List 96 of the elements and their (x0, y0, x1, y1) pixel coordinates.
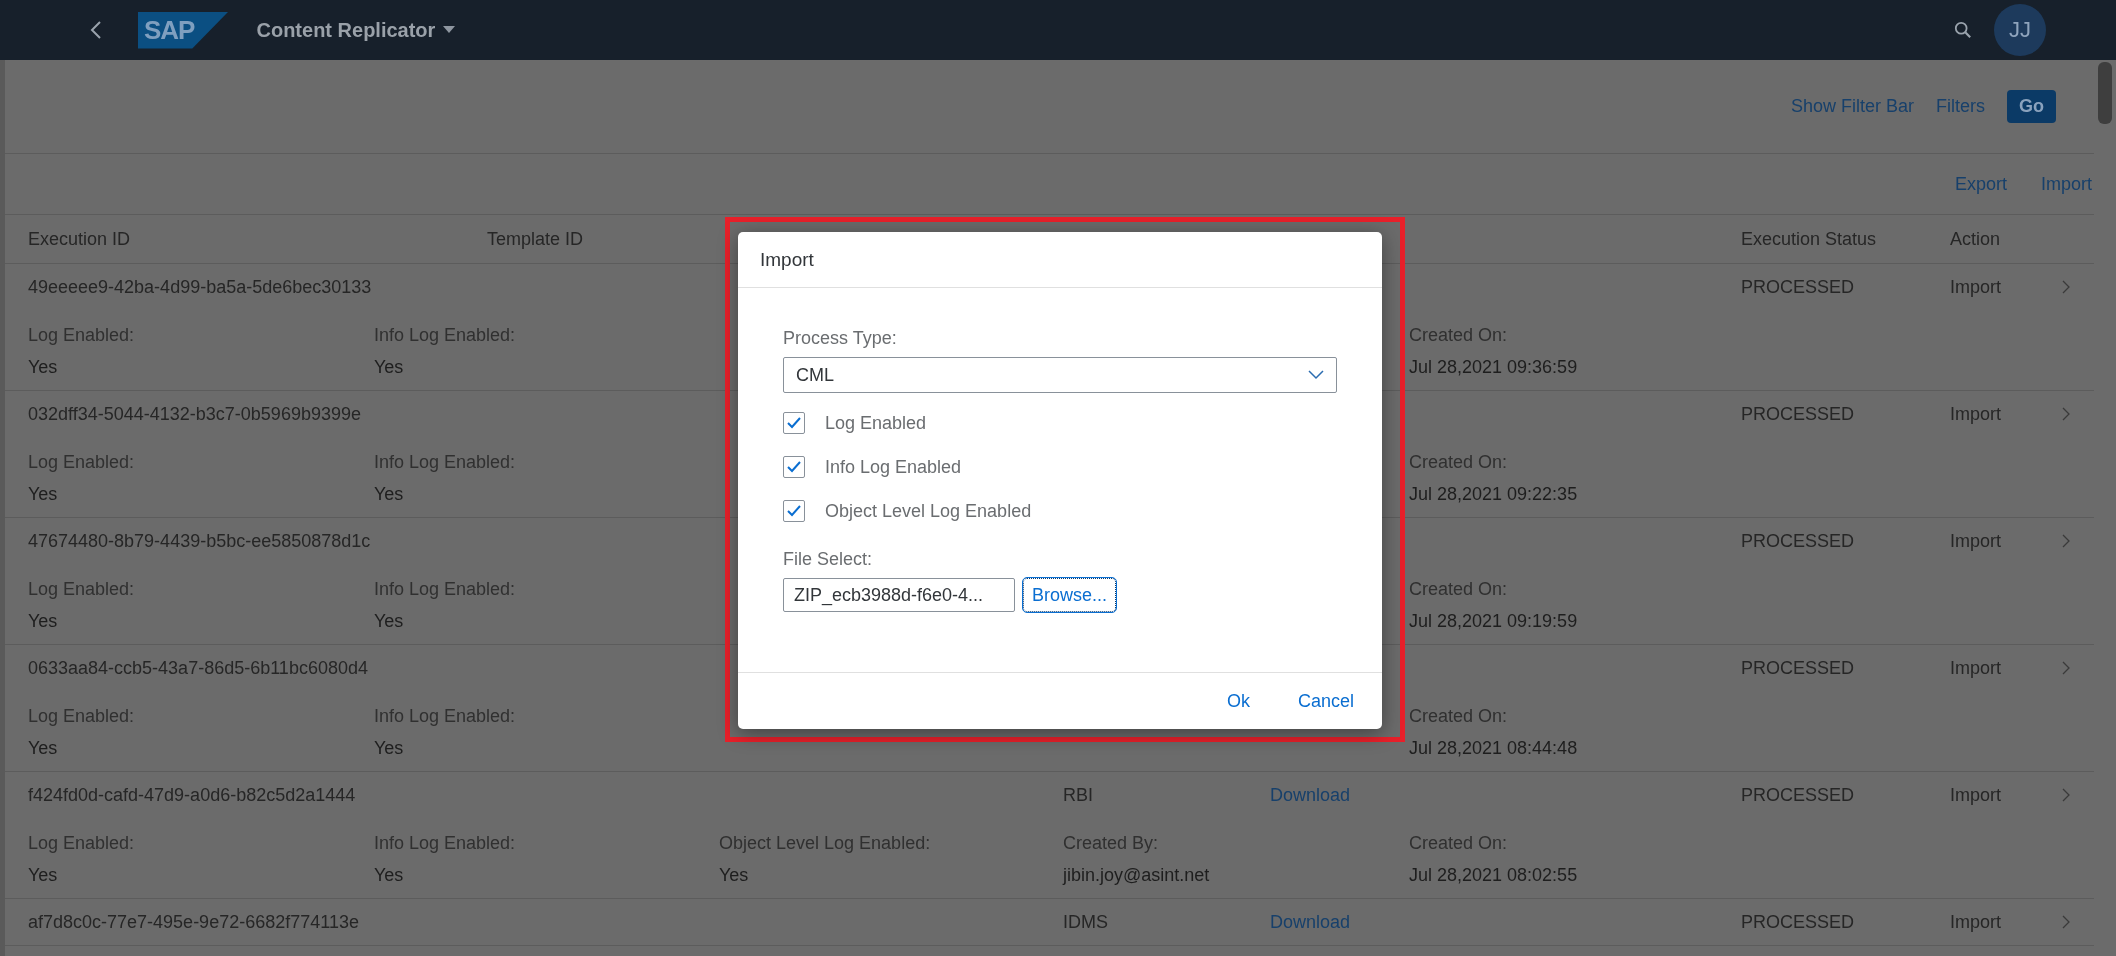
execution-id: 032dff34-5044-4132-b3c7-0b5969b9399e (28, 403, 361, 425)
checkbox-label: Log Enabled (825, 412, 927, 434)
execution-id: 0633aa84-ccb5-43a7-86d5-6b11bc6080d4 (28, 657, 368, 679)
field-label: Info Log Enabled: (374, 705, 516, 727)
field-value: Yes (28, 737, 58, 759)
field-value: Jul 28,2021 09:22:35 (1409, 483, 1578, 505)
action-text: Import (1950, 911, 2001, 933)
chevron-right-icon[interactable] (2062, 534, 2070, 548)
field-label: Info Log Enabled: (374, 578, 516, 600)
field-label: Log Enabled: (28, 705, 135, 727)
action-text: Import (1950, 530, 2001, 552)
check-icon (787, 417, 801, 429)
table-row[interactable]: af7d8c0c-77e7-495e-9e72-6682f774113e IDMS Download PROCESSED Import (5, 899, 2094, 946)
field-value: Jul 28,2021 09:36:59 (1409, 356, 1578, 378)
filters-link[interactable]: Filters (1936, 96, 1985, 117)
column-header: Execution Status (1741, 228, 1878, 250)
execution-status: PROCESSED (1741, 657, 1856, 679)
field-label: File Select: (783, 549, 874, 570)
action-text: Import (1950, 276, 2001, 298)
dialog-title: Import (760, 248, 814, 271)
file-input-field[interactable]: ZIP_ecb3988d-f6e0-4... (783, 578, 1015, 612)
field-value: Yes (28, 356, 58, 378)
field-value: Jul 28,2021 09:19:59 (1409, 610, 1578, 632)
field-value: Yes (28, 610, 58, 632)
process-type: IDMS (1063, 911, 1109, 933)
download-link[interactable]: Download (1270, 784, 1351, 806)
execution-id: af7d8c0c-77e7-495e-9e72-6682f774113e (28, 911, 359, 933)
field-value: Yes (719, 864, 749, 886)
field-label: Created On: (1409, 578, 1508, 600)
download-link[interactable]: Download (1270, 911, 1351, 933)
logo[interactable]: SAP (138, 11, 229, 49)
chevron-right-icon[interactable] (2062, 407, 2070, 421)
action-text: Import (1950, 657, 2001, 679)
column-header: Action (1950, 228, 2002, 250)
field-value: Yes (28, 864, 58, 886)
execution-status: PROCESSED (1741, 403, 1856, 425)
field-value: Jul 28,2021 08:02:55 (1409, 864, 1578, 886)
execution-id: 49eeeee9-42ba-4d99-ba5a-5de6bec30133 (28, 276, 372, 298)
chevron-right-icon[interactable] (2062, 915, 2070, 929)
field-value: Yes (374, 356, 404, 378)
field-label: Created By: (1063, 832, 1159, 854)
check-icon (787, 461, 801, 473)
process-type: RBI (1063, 784, 1094, 806)
browse-button[interactable]: Browse... (1023, 578, 1117, 612)
caret-icon (443, 26, 456, 34)
process-type-select[interactable]: CML (783, 357, 1337, 393)
toolbar-button[interactable]: Export (1954, 173, 2007, 195)
search-icon[interactable] (1954, 21, 1972, 39)
field-label: Process Type: (783, 328, 898, 349)
field-label: Log Enabled: (28, 451, 135, 473)
execution-id: 47674480-8b79-4439-b5bc-ee5850878d1c (28, 530, 371, 552)
field-label: Log Enabled: (28, 324, 135, 346)
field-value: Yes (28, 483, 58, 505)
execution-id: f424fd0d-cafd-47d9-a0d6-b82c5d2a1444 (28, 784, 356, 806)
app-title-menu[interactable]: Content Replicator (256, 18, 456, 42)
column-header: Template ID (487, 228, 585, 250)
field-value: Yes (374, 864, 404, 886)
field-value: jibin.joy@asint.net (1063, 864, 1210, 886)
field-label: Created On: (1409, 832, 1508, 854)
dialog-button[interactable]: Ok (1226, 690, 1250, 712)
field-label: Info Log Enabled: (374, 324, 516, 346)
chevron-right-icon[interactable] (2062, 280, 2070, 294)
field-label: Created On: (1409, 451, 1508, 473)
chevron-right-icon[interactable] (2062, 661, 2070, 675)
checkbox[interactable] (783, 412, 805, 434)
user-avatar[interactable]: JJ (1994, 4, 2046, 56)
execution-status: PROCESSED (1741, 784, 1856, 806)
field-value: Jul 28,2021 08:44:48 (1409, 737, 1578, 759)
action-text: Import (1950, 403, 2001, 425)
execution-status: PROCESSED (1741, 911, 1856, 933)
action-text: Import (1950, 784, 2001, 806)
field-value: Yes (374, 483, 404, 505)
chevron-down-icon (1308, 370, 1324, 380)
go-button[interactable]: Go (2007, 90, 2056, 123)
back-icon[interactable] (90, 20, 102, 40)
toolbar-button[interactable]: Import (2041, 173, 2092, 195)
checkbox-label: Info Log Enabled (825, 456, 962, 478)
table-row[interactable]: f424fd0d-cafd-47d9-a0d6-b82c5d2a1444 RBI Download PROCESSED Import Log Enabled: Yes Info Log Enabled: Yes Object Level Log Enabled: Yes Created By: jibin.joy@asint.net Created On: Jul 28,2021 08:02:55 (5, 772, 2094, 899)
field-label: Log Enabled: (28, 832, 135, 854)
execution-status: PROCESSED (1741, 530, 1856, 552)
field-label: Info Log Enabled: (374, 832, 516, 854)
field-label: Object Level Log Enabled: (719, 832, 931, 854)
checkbox[interactable] (783, 500, 805, 522)
checkbox[interactable] (783, 456, 805, 478)
field-label: Created On: (1409, 705, 1508, 727)
chevron-right-icon[interactable] (2062, 788, 2070, 802)
column-header: Execution ID (28, 228, 132, 250)
check-icon (787, 505, 801, 517)
field-value: Yes (374, 610, 404, 632)
dialog-button[interactable]: Cancel (1297, 690, 1354, 712)
field-label: Info Log Enabled: (374, 451, 516, 473)
execution-status: PROCESSED (1741, 276, 1856, 298)
field-label: Log Enabled: (28, 578, 135, 600)
show-filter-bar-link[interactable]: Show Filter Bar (1790, 96, 1914, 117)
field-label: Created On: (1409, 324, 1508, 346)
field-value: Yes (374, 737, 404, 759)
